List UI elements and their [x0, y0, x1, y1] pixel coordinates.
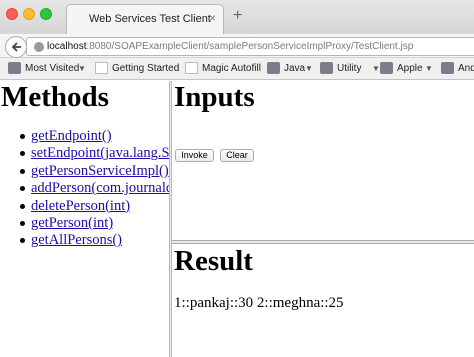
globe-icon	[34, 42, 44, 52]
window-close-button[interactable]	[6, 8, 18, 20]
chevron-down-icon: ▼	[78, 64, 86, 73]
folder-icon	[380, 62, 393, 74]
new-tab-button[interactable]: +	[233, 8, 242, 24]
bookmark-label: Utility	[337, 63, 362, 74]
bullet-icon	[20, 203, 25, 209]
bullet-icon	[20, 220, 25, 226]
method-link[interactable]: setEndpoint(java.lang.String)	[31, 145, 169, 162]
tab-title: Web Services Test Client	[89, 13, 211, 25]
bullet-icon	[20, 134, 25, 139]
method-link[interactable]: getAllPersons()	[31, 232, 122, 249]
method-link[interactable]: addPerson(com.journaldev.jaxws.beans.Per…	[31, 180, 169, 197]
method-link[interactable]: getPerson(int)	[31, 215, 113, 232]
page-icon	[185, 62, 198, 74]
bullet-icon	[20, 186, 25, 192]
invoke-button[interactable]: Invoke	[175, 149, 214, 162]
bullet-icon	[20, 238, 25, 244]
folder-icon	[267, 62, 280, 74]
tab-close-icon[interactable]: ×	[209, 11, 216, 25]
back-button[interactable]	[5, 36, 27, 58]
browser-navbar: localhost:8080/SOAPExampleClient/sampleP…	[0, 34, 474, 58]
window-minimize-button[interactable]	[23, 8, 35, 20]
bookmark-label: Magic Autofill	[202, 63, 261, 74]
page-icon	[95, 62, 108, 74]
bookmark-label: Most Visited	[25, 63, 80, 74]
result-output: 1::pankaj::30 2::meghna::25	[174, 295, 344, 311]
clear-button[interactable]: Clear	[220, 149, 254, 162]
bookmarks-bar: Most Visited ▼ Getting Started Magic Autofi…	[0, 58, 474, 80]
url-path: :8080/SOAPExampleClient/samplePersonServ…	[86, 41, 414, 52]
page-content: Methods getEndpoint() setEndpoint(java.la…	[0, 81, 474, 357]
methods-heading: Methods	[1, 81, 109, 113]
folder-icon	[8, 62, 21, 74]
inputs-frame: Inputs Invoke Clear	[172, 81, 474, 240]
inputs-heading: Inputs	[174, 81, 255, 113]
bullet-icon	[20, 151, 25, 157]
bookmark-label: Java	[284, 63, 306, 74]
browser-tab[interactable]: Web Services Test Client ×	[66, 4, 224, 34]
bullet-icon	[20, 168, 25, 174]
method-link[interactable]: getPersonServiceImpl()	[31, 163, 169, 180]
method-link[interactable]: getEndpoint()	[31, 128, 112, 145]
address-bar[interactable]: localhost:8080/SOAPExampleClient/sampleP…	[26, 37, 474, 56]
result-frame: Result 1::pankaj::30 2::meghna::25	[172, 244, 474, 357]
result-heading: Result	[174, 245, 253, 277]
folder-icon	[441, 62, 454, 74]
back-arrow-icon	[11, 42, 21, 52]
chevron-down-icon: ▼	[372, 64, 380, 73]
bookmark-label: Andr	[458, 63, 474, 74]
window-maximize-button[interactable]	[40, 8, 52, 20]
folder-icon	[320, 62, 333, 74]
bookmark-label: Apple	[397, 63, 423, 74]
method-link[interactable]: deletePerson(int)	[31, 198, 130, 215]
bookmark-label: Getting Started	[112, 63, 180, 74]
chevron-down-icon: ▼	[305, 64, 313, 73]
chevron-down-icon: ▼	[425, 64, 433, 73]
methods-frame: Methods getEndpoint() setEndpoint(java.la…	[0, 81, 169, 357]
url-host: localhost	[47, 41, 87, 52]
url-text: localhost:8080/SOAPExampleClient/sampleP…	[47, 41, 413, 52]
browser-titlebar: Web Services Test Client × +	[0, 0, 474, 34]
